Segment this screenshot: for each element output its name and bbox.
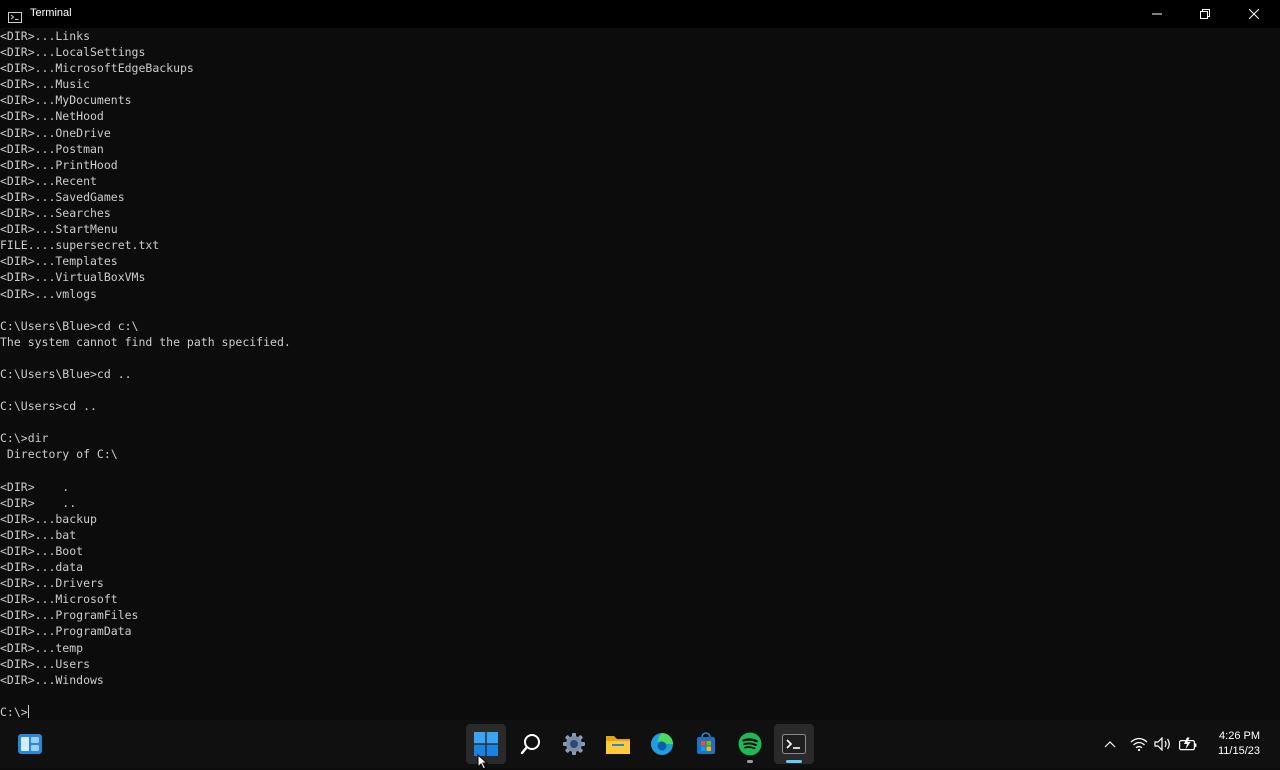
terminal-line: <DIR>...Drivers xyxy=(0,576,104,591)
terminal-line: <DIR>...Postman xyxy=(0,141,104,156)
command-prompt: C:\> xyxy=(0,704,28,719)
chevron-up-icon xyxy=(1104,741,1116,748)
terminal-line: <DIR>...bat xyxy=(0,527,77,542)
terminal-line: <DIR>...MyDocuments xyxy=(0,93,132,108)
window-title: Terminal xyxy=(30,7,72,19)
terminal-icon xyxy=(782,734,806,754)
file-explorer-button[interactable] xyxy=(598,724,638,764)
widgets-button[interactable] xyxy=(10,724,50,764)
terminal-button[interactable] xyxy=(774,724,814,764)
terminal-line: <DIR>...StartMenu xyxy=(0,222,118,237)
terminal-line: <DIR>...Links xyxy=(0,29,91,43)
store-icon xyxy=(697,732,715,754)
terminal-line: <DIR>...data xyxy=(0,560,84,575)
terminal-line: <DIR>...Boot xyxy=(0,544,84,558)
show-hidden-icons-button[interactable] xyxy=(1100,734,1120,754)
focused-indicator xyxy=(786,760,802,763)
window-titlebar[interactable]: Terminal xyxy=(0,0,1280,28)
terminal-icon xyxy=(8,8,22,23)
terminal-line: <DIR>...NetHood xyxy=(0,109,104,124)
terminal-line: The system cannot find the path specifie… xyxy=(0,334,291,349)
edge-browser-icon xyxy=(651,733,673,755)
settings-gear-icon xyxy=(563,733,585,755)
terminal-line: FILE....supersecret.txt xyxy=(0,238,160,253)
search-button[interactable] xyxy=(511,724,551,764)
widgets-icon xyxy=(18,734,42,754)
restore-button[interactable] xyxy=(1182,0,1228,28)
terminal-line: <DIR>...Recent xyxy=(0,173,97,188)
battery-icon xyxy=(1179,737,1197,751)
folder-icon xyxy=(606,736,630,754)
terminal-line: <DIR> .. xyxy=(0,495,77,510)
terminal-line: <DIR>...VirtualBoxVMs xyxy=(0,270,146,285)
terminal-line: <DIR>...MicrosoftEdgeBackups xyxy=(0,61,194,76)
wifi-icon xyxy=(1130,737,1148,751)
volume-button[interactable] xyxy=(1153,734,1173,754)
terminal-line: <DIR>...ProgramFiles xyxy=(0,608,139,623)
terminal-line: <DIR>...ProgramData xyxy=(0,624,132,639)
store-button[interactable] xyxy=(686,724,726,764)
spotify-icon xyxy=(738,732,762,756)
terminal-line: <DIR>...Users xyxy=(0,656,91,671)
speaker-icon xyxy=(1154,737,1170,751)
settings-button[interactable] xyxy=(554,724,594,764)
network-button[interactable] xyxy=(1129,734,1149,754)
terminal-line: <DIR>...OneDrive xyxy=(0,125,111,140)
minimize-icon xyxy=(1152,13,1162,15)
terminal-line: <DIR>...Windows xyxy=(0,672,104,687)
terminal-line: <DIR>...Microsoft xyxy=(0,592,118,607)
search-icon xyxy=(520,734,540,755)
terminal-line: C:\Users\Blue>cd .. xyxy=(0,366,132,381)
windows-logo-icon xyxy=(474,732,498,756)
text-cursor xyxy=(27,704,29,718)
terminal-line: <DIR>...Searches xyxy=(0,206,111,221)
terminal-line: <DIR>...temp xyxy=(0,640,84,655)
minimize-button[interactable] xyxy=(1134,0,1180,28)
terminal-line: <DIR>...Templates xyxy=(0,254,118,269)
taskbar: 4:26 PM 11/15/23 xyxy=(0,720,1280,768)
terminal-line: <DIR> . xyxy=(0,479,70,494)
terminal-line: <DIR>...LocalSettings xyxy=(0,45,146,60)
terminal-line: <DIR>...Music xyxy=(0,77,91,92)
restore-icon xyxy=(1200,9,1210,19)
clock-date: 11/15/23 xyxy=(1217,745,1260,757)
terminal-line: <DIR>...SavedGames xyxy=(0,189,125,204)
terminal-line: <DIR>...vmlogs xyxy=(0,286,97,301)
terminal-line: <DIR>...backup xyxy=(0,511,97,526)
battery-button[interactable] xyxy=(1178,734,1198,754)
running-indicator xyxy=(747,760,753,763)
system-clock[interactable]: 4:26 PM 11/15/23 xyxy=(1218,729,1260,759)
terminal-line: <DIR>...PrintHood xyxy=(0,157,118,172)
close-button[interactable] xyxy=(1231,0,1277,28)
terminal-line: C:\Users\Blue>cd c:\ xyxy=(0,318,139,333)
terminal-output[interactable]: <DIR>...Links <DIR>...LocalSettings <DIR>.… xyxy=(0,28,1280,720)
terminal-lines: <DIR>...Links <DIR>...LocalSettings <DIR>.… xyxy=(0,28,1280,720)
clock-time: 4:26 PM xyxy=(1219,730,1260,742)
terminal-line: C:\>dir xyxy=(0,431,49,446)
prompt-line[interactable]: C:\> xyxy=(0,704,1280,720)
spotify-button[interactable] xyxy=(730,724,770,764)
terminal-line: Directory of C:\ xyxy=(0,447,118,462)
edge-button[interactable] xyxy=(642,724,682,764)
close-icon xyxy=(1249,9,1259,19)
terminal-line: C:\Users>cd .. xyxy=(0,399,97,414)
